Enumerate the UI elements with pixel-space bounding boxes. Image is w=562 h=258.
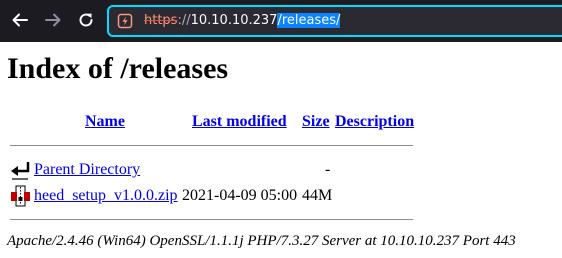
url-host: 10.10.10.237 <box>190 13 278 28</box>
browser-toolbar: https://10.10.10.237/releases/ <box>0 0 562 42</box>
arrow-left-icon <box>12 13 28 27</box>
url-separator: :// <box>177 13 191 28</box>
row-last-modified: 2021-04-09 05:00 <box>182 187 298 204</box>
insecure-connection-icon[interactable] <box>117 13 133 29</box>
column-header-last-modified[interactable]: Last modified <box>192 112 287 132</box>
arrow-right-icon <box>45 13 61 27</box>
page-title: Index of /releases <box>7 52 229 85</box>
reload-icon <box>79 13 93 27</box>
parent-directory-icon <box>11 162 30 180</box>
url-text: https://10.10.10.237/releases/ <box>144 12 341 30</box>
footer-divider <box>10 219 413 220</box>
server-signature: Apache/2.4.46 (Win64) OpenSSL/1.1.1j PHP… <box>7 233 516 249</box>
url-path-selected: /releases/ <box>277 13 341 28</box>
column-header-description[interactable]: Description <box>335 112 414 132</box>
url-scheme: https <box>144 13 178 28</box>
forward-button[interactable] <box>41 8 65 32</box>
row-size: - <box>325 161 331 178</box>
reload-button[interactable] <box>74 8 98 32</box>
column-header-name[interactable]: Name <box>85 112 125 132</box>
header-divider <box>10 145 413 146</box>
page-content: Index of /releases Name Last modified Si… <box>0 42 562 258</box>
column-header-size[interactable]: Size <box>302 112 330 132</box>
parent-directory-link[interactable]: Parent Directory <box>34 160 140 180</box>
address-bar[interactable]: https://10.10.10.237/releases/ <box>107 5 562 37</box>
back-button[interactable] <box>8 8 32 32</box>
file-link[interactable]: heed_setup_v1.0.0.zip <box>34 186 178 206</box>
compressed-file-icon <box>11 185 30 207</box>
row-size: 44M <box>302 187 333 204</box>
